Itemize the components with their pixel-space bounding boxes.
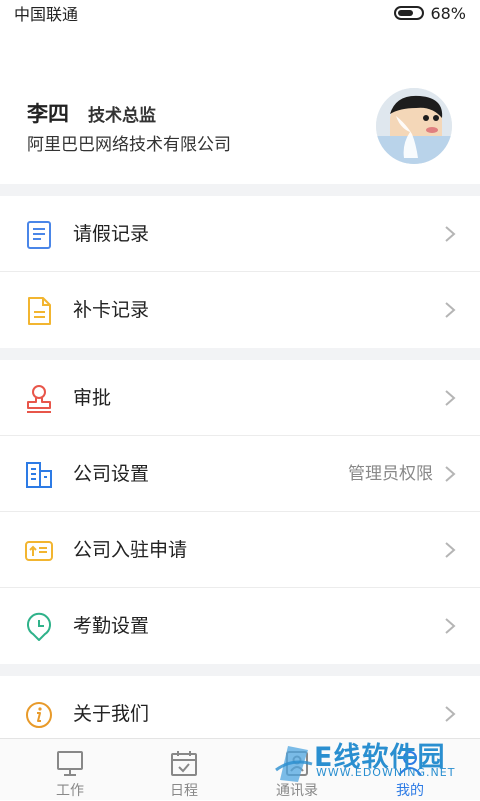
section-divider	[0, 664, 480, 676]
chevron-right-icon	[445, 618, 456, 634]
menu-label: 补卡记录	[73, 299, 150, 321]
status-right: 68%	[394, 4, 466, 23]
section-divider	[0, 184, 480, 196]
avatar[interactable]	[376, 88, 452, 164]
clock-pin-icon	[27, 612, 51, 641]
admin-permission-label: 管理员权限	[348, 464, 433, 484]
tab-work[interactable]: 工作	[10, 739, 130, 801]
watermark-url: WWW.EDOWNING.NET	[316, 766, 456, 779]
info-icon	[26, 702, 52, 728]
chevron-right-icon	[445, 302, 456, 318]
document-icon	[27, 221, 51, 249]
menu-label: 公司入驻申请	[73, 539, 188, 561]
menu-label: 审批	[73, 387, 112, 409]
calendar-icon	[171, 751, 197, 776]
building-icon	[26, 462, 52, 488]
profile-header[interactable]: 李四 技术总监 阿里巴巴网络技术有限公司	[0, 26, 480, 184]
battery-percent: 68%	[430, 3, 466, 23]
file-icon	[28, 297, 51, 325]
status-bar: 中国联通 68%	[0, 0, 480, 26]
user-title: 技术总监	[88, 106, 156, 126]
chevron-right-icon	[445, 226, 456, 242]
section-divider	[0, 348, 480, 360]
chevron-right-icon	[445, 466, 456, 482]
user-company: 阿里巴巴网络技术有限公司	[27, 135, 231, 155]
chevron-right-icon	[445, 706, 456, 722]
battery-icon	[394, 6, 425, 20]
carrier-label: 中国联通	[14, 5, 79, 24]
menu-label: 请假记录	[73, 223, 150, 245]
menu-label: 公司设置	[73, 463, 150, 485]
menu-item-company-settings[interactable]: 公司设置 管理员权限	[0, 436, 480, 512]
user-name: 李四	[27, 102, 69, 126]
menu-item-company-join[interactable]: 公司入驻申请	[0, 512, 480, 588]
monitor-icon	[57, 751, 83, 776]
menu-item-approval[interactable]: 审批	[0, 360, 480, 436]
menu-label: 考勤设置	[73, 615, 150, 637]
watermark-logo-icon	[275, 746, 313, 782]
chevron-right-icon	[445, 542, 456, 558]
stamp-icon	[27, 385, 51, 413]
tab-label: 工作	[56, 783, 84, 799]
menu-item-clock-records[interactable]: 补卡记录	[0, 272, 480, 348]
tab-schedule[interactable]: 日程	[124, 739, 244, 801]
tab-label: 日程	[170, 783, 198, 799]
upload-card-icon	[25, 541, 53, 561]
watermark: E线软件园 WWW.EDOWNING.NET	[272, 738, 472, 788]
menu-item-attendance-settings[interactable]: 考勤设置	[0, 588, 480, 664]
menu-item-leave-records[interactable]: 请假记录	[0, 196, 480, 272]
chevron-right-icon	[445, 390, 456, 406]
